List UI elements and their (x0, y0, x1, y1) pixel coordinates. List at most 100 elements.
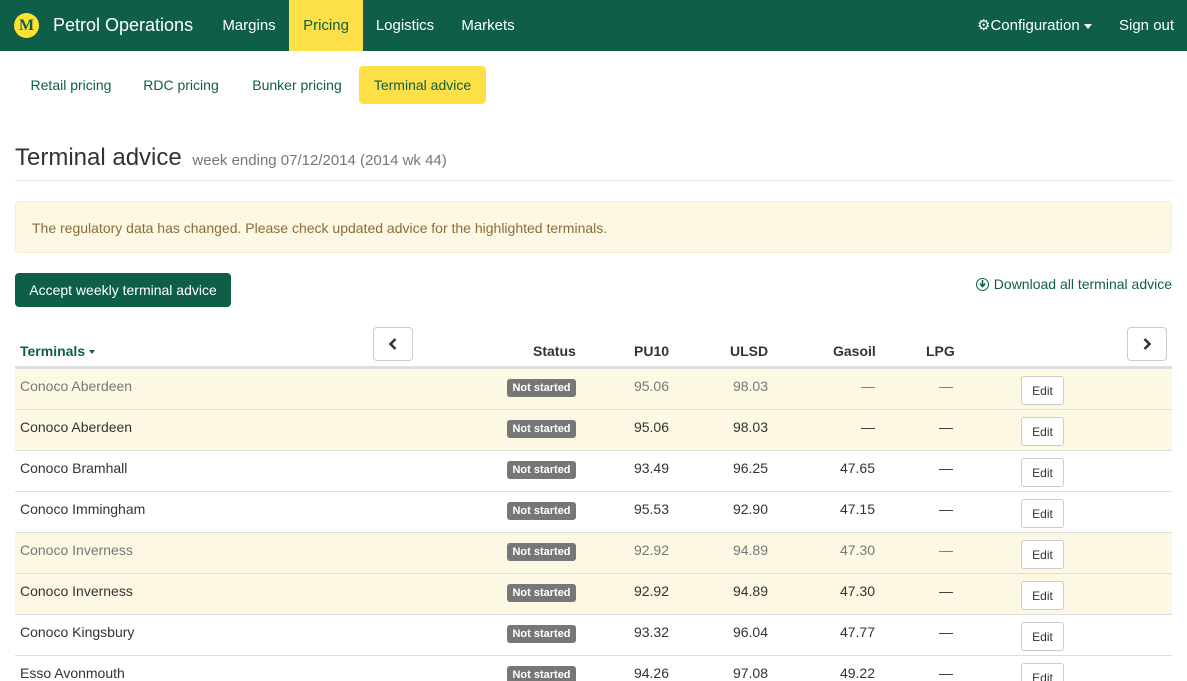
download-all-link[interactable]: Download all terminal advice (975, 276, 1172, 292)
chevron-right-icon (1143, 338, 1152, 350)
status-badge: Not started (507, 543, 576, 561)
divider (15, 180, 1172, 181)
gasoil-value: — (861, 419, 875, 435)
lpg-value: — (939, 501, 953, 517)
next-week-button[interactable] (1127, 327, 1167, 361)
column-header-gasoil: Gasoil (833, 343, 876, 359)
terminal-name: Esso Avonmouth (20, 665, 125, 681)
pu10-value: 93.49 (633, 460, 669, 476)
status-badge: Not started (507, 379, 576, 397)
edit-button[interactable]: Edit (1021, 622, 1064, 651)
edit-button[interactable]: Edit (1021, 540, 1064, 569)
table-row: Conoco Inverness Not started 92.92 94.89 47.… (15, 532, 1172, 573)
terminal-name: Conoco Aberdeen (20, 378, 133, 394)
pu10-value: 95.06 (633, 378, 669, 394)
pu10-value: 94.26 (633, 665, 669, 681)
table-row: Conoco Inverness Not started 92.92 94.89 47.… (15, 573, 1172, 614)
table-row: Conoco Immingham Not started 95.53 92.90 47.… (15, 491, 1172, 532)
chevron-down-icon (1083, 23, 1092, 29)
gasoil-value: 47.30 (839, 542, 875, 558)
chevron-left-icon (388, 338, 397, 350)
gasoil-value: 47.15 (839, 501, 875, 517)
table-row: Conoco Kingsbury Not started 93.32 96.04 47.… (15, 614, 1172, 655)
morrisons-logo-icon: M (14, 13, 39, 38)
edit-button[interactable]: Edit (1021, 417, 1064, 446)
gasoil-value: 49.22 (839, 665, 875, 681)
ulsd-value: 98.03 (732, 378, 768, 394)
pu10-value: 92.92 (633, 583, 669, 599)
column-header-pu10: PU10 (634, 343, 670, 359)
status-badge: Not started (507, 584, 576, 602)
subnav-retail-pricing[interactable]: Retail pricing (15, 66, 127, 104)
nav-margins[interactable]: Margins (209, 0, 289, 51)
edit-button[interactable]: Edit (1021, 499, 1064, 528)
subnav-rdc-pricing[interactable]: RDC pricing (129, 66, 233, 104)
status-badge: Not started (507, 461, 576, 479)
pu10-value: 92.92 (633, 542, 669, 558)
column-header-status: Status (533, 343, 576, 359)
sort-caret-icon (89, 350, 96, 355)
column-header-ulsd: ULSD (730, 343, 769, 359)
top-navbar: M Petrol Operations Margins Pricing Logi… (0, 0, 1187, 51)
download-icon (975, 277, 989, 291)
brand[interactable]: M Petrol Operations (14, 0, 193, 51)
lpg-value: — (939, 460, 953, 476)
status-badge: Not started (507, 420, 576, 438)
terminal-name: Conoco Bramhall (20, 460, 128, 476)
edit-button[interactable]: Edit (1021, 663, 1064, 681)
terminal-name: Conoco Aberdeen (20, 419, 133, 435)
ulsd-value: 96.25 (732, 460, 768, 476)
pu10-value: 95.53 (633, 501, 669, 517)
table-row: Conoco Aberdeen Not started 95.06 98.03 — — Ed… (15, 409, 1172, 450)
subnav-terminal-advice[interactable]: Terminal advice (359, 66, 486, 104)
terminals-header-label: Terminals (20, 343, 86, 359)
ulsd-value: 92.90 (732, 501, 768, 517)
nav-pricing[interactable]: Pricing (289, 0, 363, 51)
gasoil-value: — (861, 378, 875, 394)
table-row: Esso Avonmouth Not started 94.26 97.08 49.22… (15, 655, 1172, 681)
lpg-value: — (939, 624, 953, 640)
nav-markets[interactable]: Markets (447, 0, 529, 51)
gasoil-value: 47.77 (839, 624, 875, 640)
status-badge: Not started (507, 666, 576, 681)
pu10-value: 95.06 (633, 419, 669, 435)
ulsd-value: 94.89 (732, 542, 768, 558)
app-title: Petrol Operations (53, 15, 194, 35)
pu10-value: 93.32 (633, 624, 669, 640)
ulsd-value: 96.04 (732, 624, 768, 640)
column-header-terminals[interactable]: Terminals (20, 343, 96, 359)
lpg-value: — (939, 542, 953, 558)
edit-button[interactable]: Edit (1021, 581, 1064, 610)
configuration-menu[interactable]: ⚙Configuration (977, 0, 1092, 51)
lpg-value: — (939, 378, 953, 394)
lpg-value: — (939, 665, 953, 681)
nav-logistics[interactable]: Logistics (363, 0, 447, 51)
signout-link[interactable]: Sign out (1119, 0, 1174, 51)
terminal-name: Conoco Immingham (20, 501, 146, 517)
edit-button[interactable]: Edit (1021, 376, 1064, 405)
lpg-value: — (939, 419, 953, 435)
subnav-bunker-pricing[interactable]: Bunker pricing (236, 66, 358, 104)
previous-week-button[interactable] (373, 327, 413, 361)
ulsd-value: 98.03 (732, 419, 768, 435)
alert-message: The regulatory data has changed. Please … (15, 201, 1172, 253)
gasoil-value: 47.30 (839, 583, 875, 599)
status-badge: Not started (507, 502, 576, 520)
ulsd-value: 97.08 (732, 665, 768, 681)
ulsd-value: 94.89 (732, 583, 768, 599)
edit-button[interactable]: Edit (1021, 458, 1064, 487)
column-header-lpg: LPG (926, 343, 955, 359)
page-title: Terminal advice week ending 07/12/2014 (… (15, 144, 447, 172)
page-title-text: Terminal advice (15, 144, 182, 171)
page-subtitle: week ending 07/12/2014 (2014 wk 44) (192, 152, 447, 169)
terminal-name: Conoco Inverness (20, 583, 133, 599)
lpg-value: — (939, 583, 953, 599)
gear-icon: ⚙ (977, 17, 991, 34)
terminal-name: Conoco Inverness (20, 542, 133, 558)
status-badge: Not started (507, 625, 576, 643)
table-row: Conoco Aberdeen Not started 95.06 98.03 — — Ed… (15, 368, 1172, 409)
accept-advice-button[interactable]: Accept weekly terminal advice (15, 273, 231, 307)
terminal-name: Conoco Kingsbury (20, 624, 135, 640)
configuration-label: Configuration (990, 17, 1080, 34)
gasoil-value: 47.65 (839, 460, 875, 476)
